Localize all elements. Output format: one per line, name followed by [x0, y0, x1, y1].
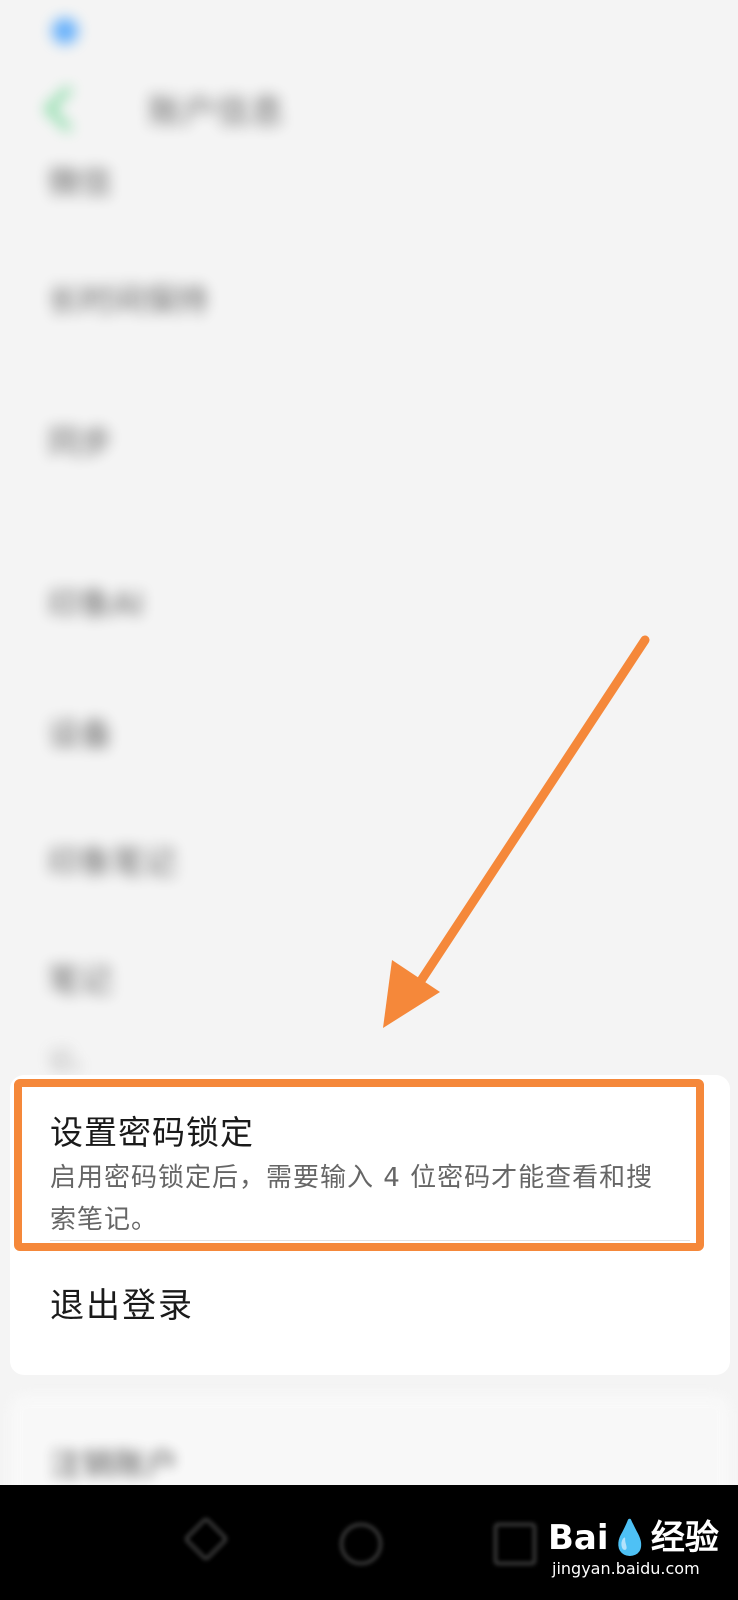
setting-item-sync[interactable]: 同步 — [48, 420, 688, 468]
setting-item-notes-default[interactable]: 笔记 记。 — [48, 958, 688, 1078]
password-lock-title: 设置密码锁定 — [50, 1113, 254, 1152]
setting-item-title: 长时间保持 — [48, 281, 209, 319]
status-bar — [0, 10, 738, 54]
setting-item-title: 笔记 — [48, 961, 113, 999]
password-lock-description: 启用密码锁定后，需要输入 4 位密码才能查看和搜索笔记。 — [50, 1163, 654, 1235]
notification-dot-icon — [52, 18, 78, 44]
setting-item-title: 印象AI — [48, 585, 144, 623]
nav-recent-icon[interactable] — [494, 1523, 536, 1565]
setting-item-title: 印象笔记 — [48, 843, 177, 881]
status-left — [46, 16, 78, 44]
back-arrow-icon[interactable] — [40, 86, 76, 132]
watermark-url: jingyan.baidu.com — [552, 1559, 700, 1578]
setting-item-wechat[interactable]: 微信 — [48, 160, 688, 208]
setting-item-notes-email[interactable]: 印象笔记 — [48, 840, 688, 888]
setting-item-title: 同步 — [48, 423, 113, 461]
page-title: 账户信息 — [148, 92, 284, 132]
setting-item-title: 微信 — [48, 163, 113, 201]
setting-item-ai[interactable]: 印象AI — [48, 582, 688, 630]
watermark-text: Bai💧经验 — [548, 1518, 719, 1558]
setting-item-keep-login[interactable]: 长时间保持 — [48, 278, 688, 326]
logout-button[interactable]: 退出登录 — [50, 1278, 194, 1327]
setting-item-devices[interactable]: 设备 — [48, 712, 688, 760]
baidu-watermark: Bai💧经验 jingyan.baidu.com — [548, 1510, 719, 1578]
setting-item-desc: 记。 — [48, 1046, 96, 1074]
nav-back-icon[interactable] — [183, 1516, 229, 1562]
top-bar: 账户信息 — [0, 80, 738, 140]
setting-item-title: 设备 — [48, 715, 113, 753]
nav-home-icon[interactable] — [340, 1523, 382, 1565]
delete-account-label: 注销账户 — [50, 1445, 179, 1483]
divider — [50, 1240, 690, 1241]
